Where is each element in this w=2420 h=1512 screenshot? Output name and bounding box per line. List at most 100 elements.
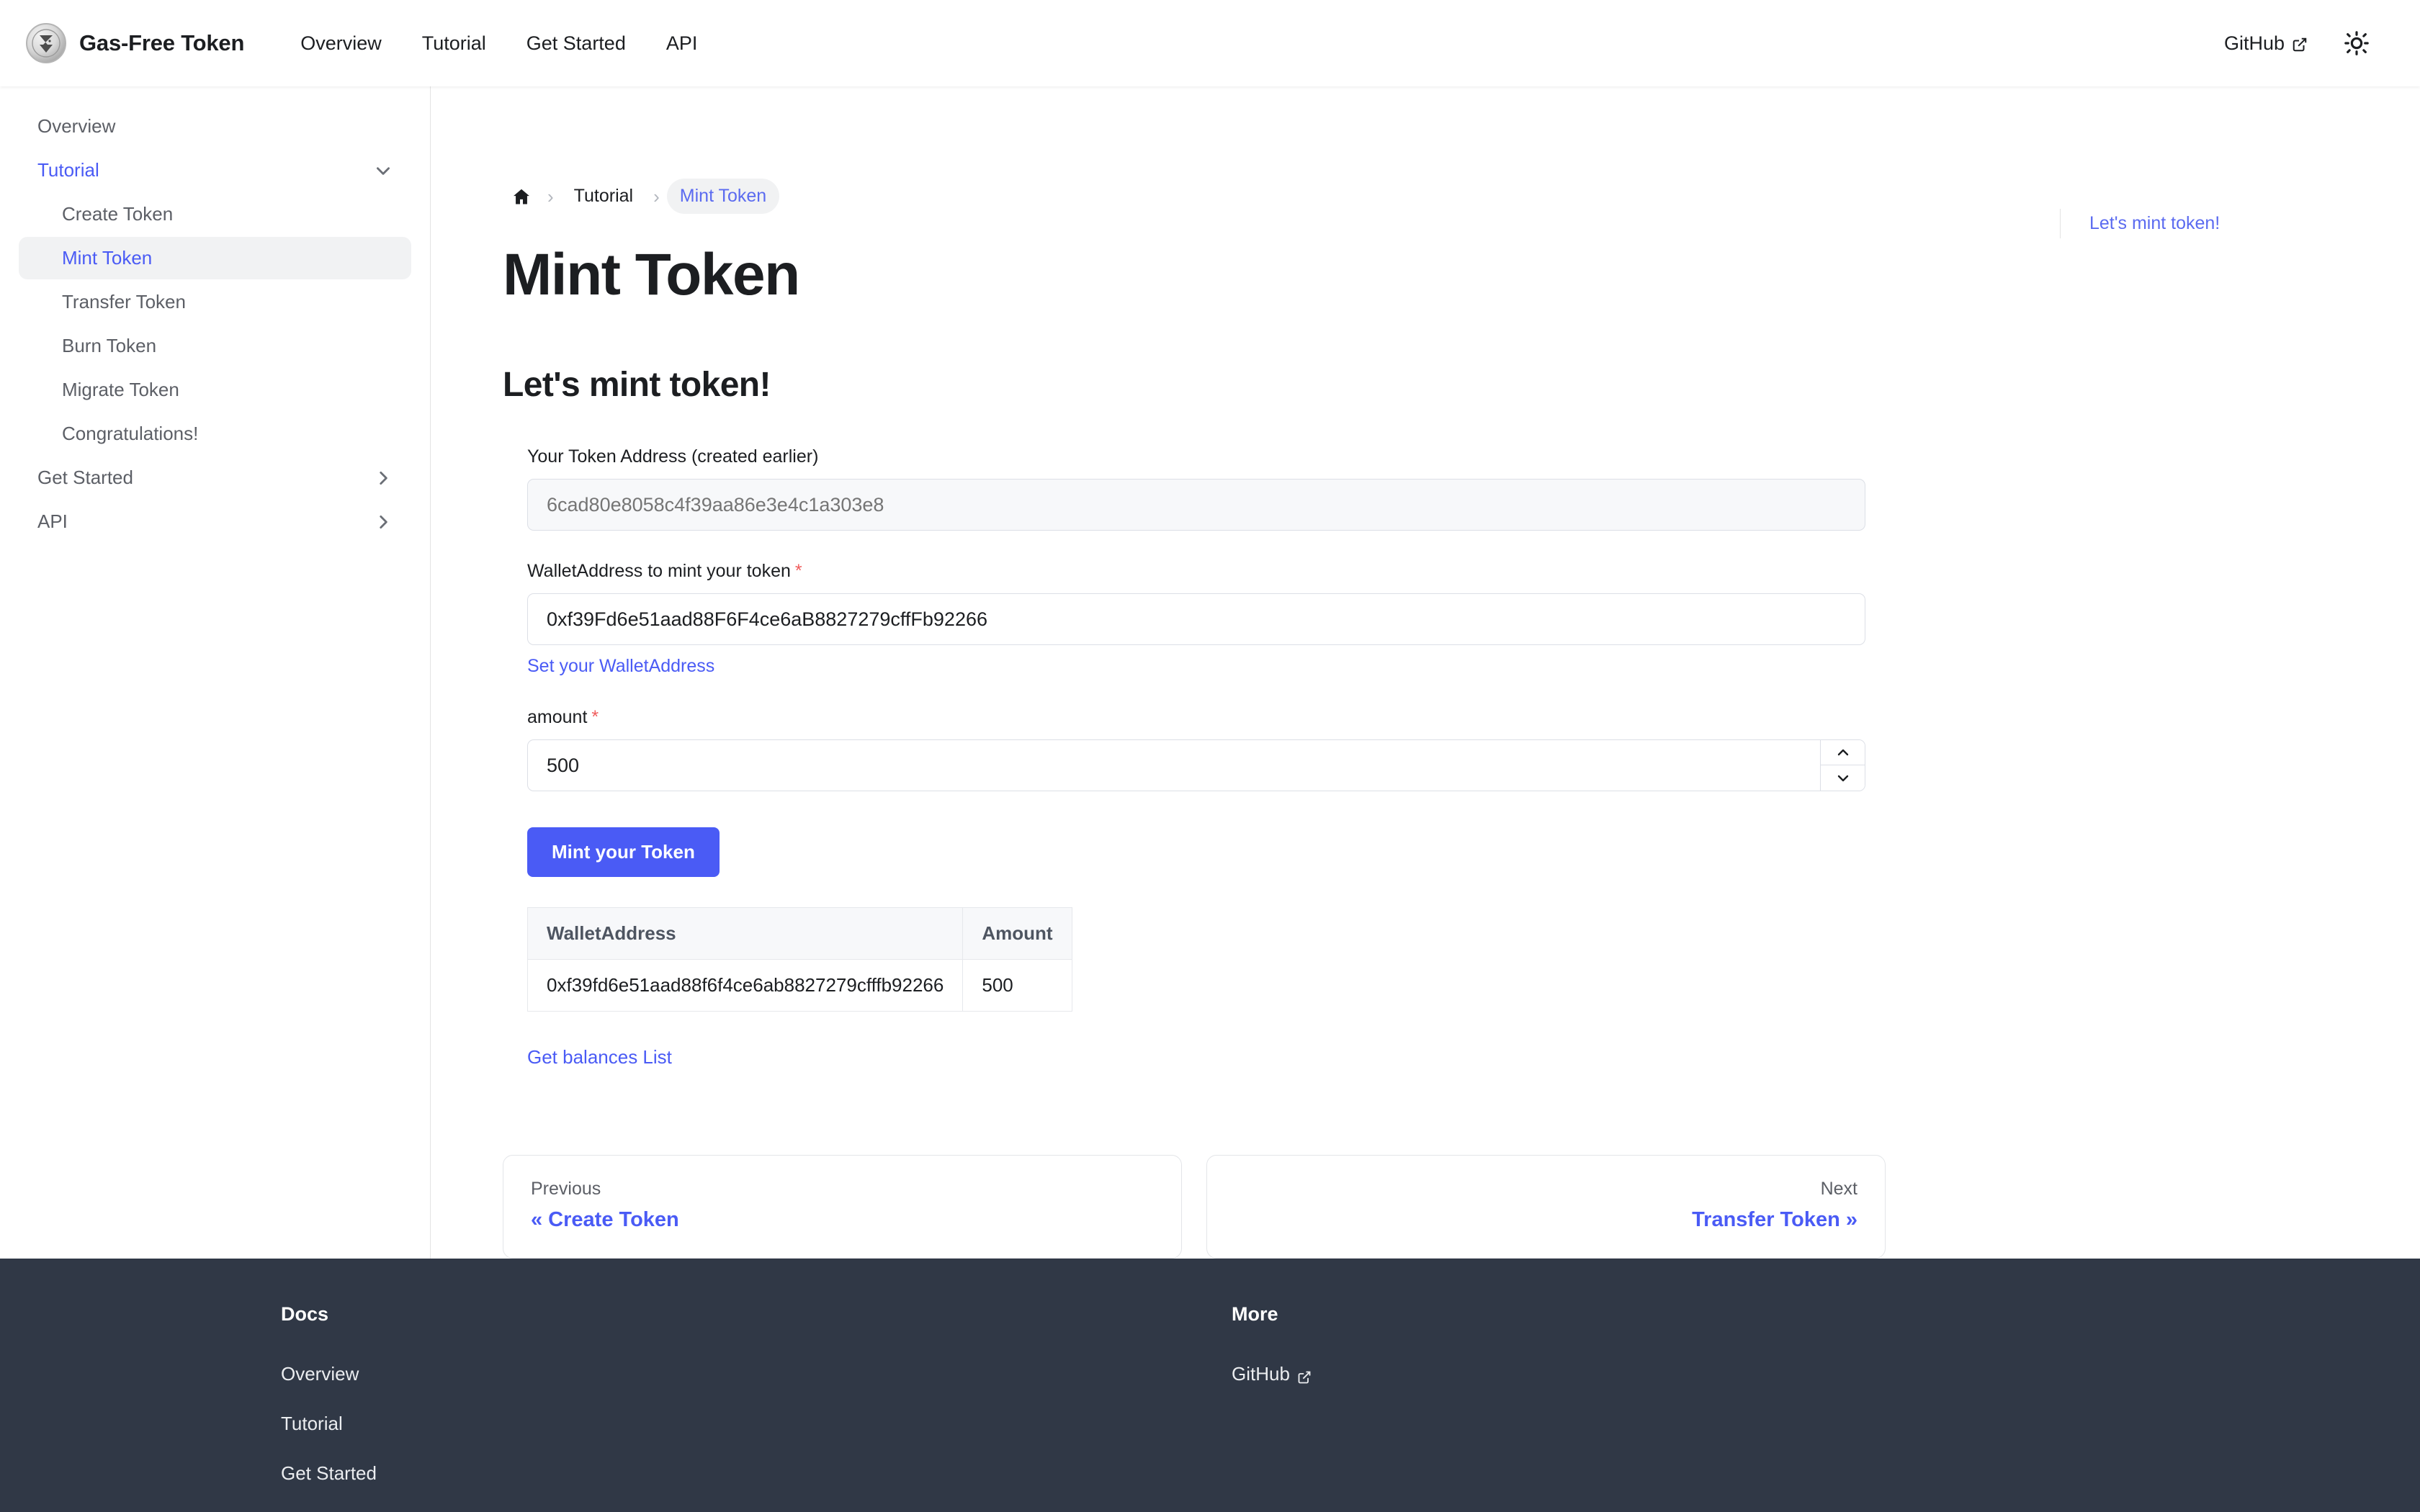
balances-table-head: WalletAddress Amount xyxy=(526,907,1072,960)
sidebar-item-label: Overview xyxy=(37,115,116,137)
sidebar-item-label: Congratulations! xyxy=(62,423,199,444)
doc-content: › Tutorial › Mint Token Mint Token Let's… xyxy=(431,86,2060,1259)
nav-github-label: GitHub xyxy=(2223,32,2285,54)
amount-input[interactable] xyxy=(527,739,1865,792)
wallet-address-label: WalletAddress to mint your token * xyxy=(527,561,1857,582)
footer-column-title: More xyxy=(1232,1303,1278,1325)
chevron-right-icon[interactable] xyxy=(374,469,393,487)
toc-inner: Let's mint token! xyxy=(2060,209,2391,238)
sidebar-item-label: Mint Token xyxy=(62,247,153,269)
amount-label: amount * xyxy=(527,707,1857,728)
page-title: Mint Token xyxy=(503,242,800,307)
footer-column-docs: Docs Overview Tutorial Get Started xyxy=(281,1303,1232,1512)
sidebar-item-label: Tutorial xyxy=(37,159,99,181)
sidebar-item-label: Burn Token xyxy=(62,335,157,356)
breadcrumb-home-icon[interactable] xyxy=(503,181,540,212)
sidebar-item-tutorial[interactable]: Tutorial xyxy=(19,149,411,192)
sidebar: Overview Tutorial Create Token Mint Toke… xyxy=(0,86,431,1259)
chevron-down-icon[interactable] xyxy=(1821,765,1865,791)
sidebar-item-label: API xyxy=(37,510,68,532)
site-footer: Docs Overview Tutorial Get Started More … xyxy=(0,1259,2420,1512)
table-of-contents: Let's mint token! xyxy=(2060,86,2420,1259)
nav-link-api[interactable]: API xyxy=(646,32,718,55)
brand-name: Gas-Free Token xyxy=(79,30,245,55)
token-address-label: Your Token Address (created earlier) xyxy=(527,446,819,467)
sidebar-item-create-token[interactable]: Create Token xyxy=(19,193,411,235)
footer-link-tutorial[interactable]: Tutorial xyxy=(281,1413,1232,1435)
table-header-amount: Amount xyxy=(962,907,1072,960)
chevron-up-icon[interactable] xyxy=(1821,740,1865,766)
table-cell-amount: 500 xyxy=(962,959,1072,1012)
external-link-icon xyxy=(1297,1367,1312,1383)
table-row: 0xf39fd6e51aad88f6f4ce6ab8827279cfffb922… xyxy=(526,959,1072,1012)
nav-link-overview[interactable]: Overview xyxy=(280,32,402,55)
required-asterisk: * xyxy=(794,561,802,582)
breadcrumb-item-tutorial[interactable]: Tutorial xyxy=(561,179,646,214)
main-column: › Tutorial › Mint Token Mint Token Let's… xyxy=(431,86,2420,1259)
balances-table-body: 0xf39fd6e51aad88f6f4ce6ab8827279cfffb922… xyxy=(526,959,1072,1012)
mint-your-token-button[interactable]: Mint your Token xyxy=(527,827,720,878)
mint-form: Your Token Address (created earlier) Wal… xyxy=(503,446,1865,1068)
toc-link-lets-mint-token[interactable]: Let's mint token! xyxy=(2089,209,2391,238)
app-root: Gas-Free Token Overview Tutorial Get Sta… xyxy=(0,0,2420,1512)
nav-link-github[interactable]: GitHub xyxy=(2224,32,2308,55)
required-asterisk: * xyxy=(591,707,599,728)
breadcrumb: › Tutorial › Mint Token xyxy=(503,179,1995,214)
pagination-next-kicker: Next xyxy=(1820,1179,1857,1200)
wallet-address-field: WalletAddress to mint your token* Set yo… xyxy=(527,561,1865,677)
sidebar-item-transfer-token[interactable]: Transfer Token xyxy=(19,281,411,323)
gas-free-token-coin-logo-icon xyxy=(26,23,66,63)
pagination-previous-card[interactable]: Previous « Create Token xyxy=(503,1155,1182,1259)
sidebar-item-api[interactable]: API xyxy=(19,500,411,543)
chevron-right-icon[interactable] xyxy=(374,513,393,531)
footer-columns: Docs Overview Tutorial Get Started More … xyxy=(0,1303,2420,1512)
footer-column-more: More GitHub xyxy=(1232,1303,2182,1512)
footer-link-label: GitHub xyxy=(1232,1363,1290,1385)
nav-links: Overview Tutorial Get Started API xyxy=(280,32,717,55)
sidebar-item-congratulations[interactable]: Congratulations! xyxy=(19,413,411,455)
pagination-next-label: Transfer Token » xyxy=(1692,1208,1857,1232)
token-address-input[interactable] xyxy=(527,479,1865,531)
sidebar-item-get-started[interactable]: Get Started xyxy=(19,456,411,499)
sidebar-item-mint-token[interactable]: Mint Token xyxy=(19,237,411,279)
nav-link-get-started[interactable]: Get Started xyxy=(506,32,646,55)
get-balances-list-link[interactable]: Get balances List xyxy=(527,1046,672,1068)
footer-link-get-started[interactable]: Get Started xyxy=(281,1462,1232,1485)
footer-link-label: Overview xyxy=(281,1363,359,1385)
table-header-row: WalletAddress Amount xyxy=(526,907,1072,960)
nav-link-tutorial[interactable]: Tutorial xyxy=(402,32,506,55)
table-header-walletaddress: WalletAddress xyxy=(526,907,964,960)
sidebar-item-overview[interactable]: Overview xyxy=(19,105,411,148)
section-title: Let's mint token! xyxy=(503,366,771,405)
amount-stepper xyxy=(527,739,1865,792)
sidebar-item-burn-token[interactable]: Burn Token xyxy=(19,325,411,367)
sidebar-item-migrate-token[interactable]: Migrate Token xyxy=(19,369,411,411)
sidebar-list: Overview Tutorial Create Token Mint Toke… xyxy=(0,105,430,543)
wallet-address-input[interactable] xyxy=(527,593,1865,646)
top-navbar: Gas-Free Token Overview Tutorial Get Sta… xyxy=(0,0,2420,86)
theme-toggle-sun-icon[interactable] xyxy=(2339,26,2374,60)
breadcrumb-separator: › xyxy=(547,185,554,207)
wallet-address-label-text: WalletAddress to mint your token xyxy=(527,561,791,582)
pagination-previous-label: « Create Token xyxy=(531,1208,679,1232)
amount-label-text: amount xyxy=(527,707,588,728)
breadcrumb-item-mint-token[interactable]: Mint Token xyxy=(666,179,780,214)
amount-spinner xyxy=(1820,740,1865,791)
brand[interactable]: Gas-Free Token xyxy=(26,23,244,63)
footer-link-overview[interactable]: Overview xyxy=(281,1363,1232,1385)
footer-link-label: Tutorial xyxy=(281,1413,343,1434)
nav-right: GitHub xyxy=(2224,26,2374,60)
table-cell-walletaddress: 0xf39fd6e51aad88f6f4ce6ab8827279cfffb922… xyxy=(526,959,964,1012)
token-address-field: Your Token Address (created earlier) xyxy=(527,446,1865,531)
pagination-next-card[interactable]: Next Transfer Token » xyxy=(1206,1155,1886,1259)
set-wallet-address-link[interactable]: Set your WalletAddress xyxy=(527,656,714,677)
footer-link-github[interactable]: GitHub xyxy=(1232,1363,2182,1385)
chevron-down-icon[interactable] xyxy=(374,161,393,180)
footer-link-label: Get Started xyxy=(281,1462,377,1484)
sidebar-item-label: Get Started xyxy=(37,467,133,488)
sidebar-item-label: Transfer Token xyxy=(62,291,186,312)
sidebar-item-label: Migrate Token xyxy=(62,379,179,400)
pagination-nav: Previous « Create Token Next Transfer To… xyxy=(503,1155,1886,1259)
amount-field: amount * xyxy=(527,707,1865,792)
footer-column-title: Docs xyxy=(281,1303,329,1325)
